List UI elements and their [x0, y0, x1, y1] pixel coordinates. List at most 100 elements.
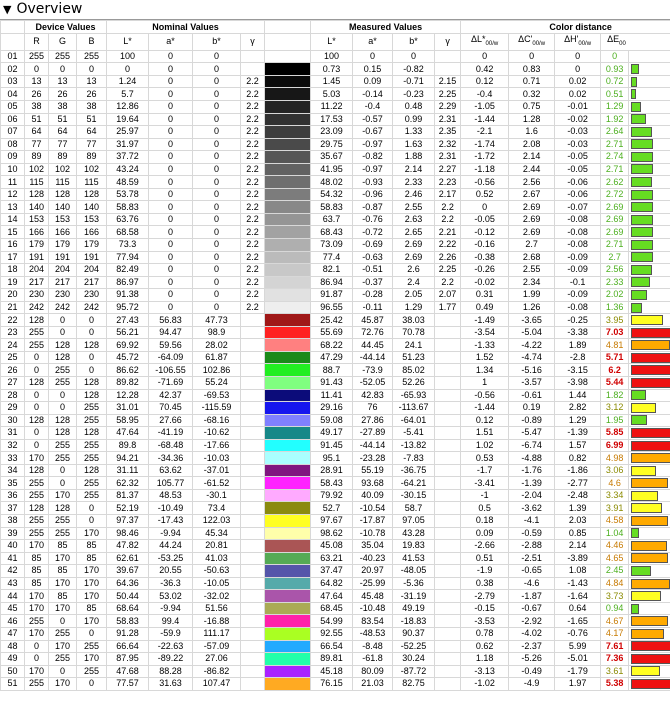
b-value: 179 — [75, 238, 108, 252]
g-value: 255 — [48, 514, 77, 528]
b-value: 85 — [75, 601, 108, 616]
color-swatch — [264, 426, 312, 440]
b-value: 89 — [75, 150, 108, 164]
measured-l: 79.92 — [310, 488, 354, 503]
patch-id: 35 — [0, 476, 25, 490]
overview-header[interactable]: ▼ Overview — [0, 0, 670, 20]
nominal-b: 0 — [192, 263, 242, 277]
delta-e: 4.84 — [600, 576, 630, 591]
table-row: 01 255 255 255 100 0 0 100 0 0 0 0 0 0 — [0, 49, 670, 64]
color-swatch — [264, 162, 312, 177]
delta-h: 0.02 — [554, 74, 602, 89]
patch-id: 50 — [0, 664, 25, 679]
delta-h: 2.14 — [554, 539, 602, 553]
g-value: 38 — [48, 100, 77, 114]
b-value: 255 — [75, 438, 108, 453]
nominal-a: -9.94 — [148, 526, 194, 541]
nominal-gamma — [240, 463, 266, 478]
nominal-gamma — [240, 325, 266, 340]
nominal-a: 0 — [148, 74, 194, 89]
nominal-l: 98.46 — [106, 526, 150, 541]
delta-e-bar-cell — [628, 137, 670, 152]
delta-l: 0.18 — [460, 514, 510, 528]
nominal-b: 73.4 — [192, 501, 242, 516]
color-swatch — [264, 514, 312, 528]
measured-b: 2.6 — [392, 263, 436, 277]
measured-gamma — [434, 677, 462, 691]
delta-l: -3.53 — [460, 614, 510, 628]
nominal-l: 89.8 — [106, 438, 150, 453]
r-value: 0 — [24, 639, 49, 654]
r-value: 0 — [24, 426, 49, 440]
delta-c: 1.28 — [508, 112, 556, 127]
r-value: 255 — [24, 614, 49, 628]
nominal-b: 0 — [192, 250, 242, 265]
b-value: 242 — [75, 300, 108, 315]
b-value: 255 — [75, 488, 108, 503]
measured-a: -0.63 — [352, 250, 394, 265]
delta-c: 0.19 — [508, 401, 556, 415]
r-value: 255 — [24, 514, 49, 528]
nominal-a: -53.25 — [148, 551, 194, 566]
measured-gamma — [434, 589, 462, 603]
r-value: 0 — [24, 363, 49, 377]
color-swatch — [264, 238, 312, 252]
measured-gamma — [434, 401, 462, 415]
delta-l: -1.72 — [460, 150, 510, 164]
measured-l: 98.62 — [310, 526, 354, 541]
delta-e-bar — [631, 252, 653, 263]
table-row: 37 128 128 0 52.19 -10.49 73.4 52.7 -10.54 58.7 0.… — [0, 501, 670, 516]
r-value: 170 — [24, 589, 49, 603]
r-value: 128 — [24, 413, 49, 428]
measured-gamma — [434, 614, 462, 628]
delta-e-bar-cell — [628, 338, 670, 352]
delta-h: -1.39 — [554, 426, 602, 440]
delta-e: 4.81 — [600, 338, 630, 352]
table-row: 26 0 255 0 86.62 -106.55 102.86 88.7 -73.9 85.02 1… — [0, 363, 670, 377]
col-nominal-gamma: γ — [240, 33, 266, 51]
nominal-gamma: 2.2 — [240, 162, 266, 177]
nominal-b: 0 — [192, 200, 242, 214]
nominal-a: 0 — [148, 100, 194, 114]
delta-e: 2.02 — [600, 288, 630, 302]
r-value: 102 — [24, 162, 49, 177]
measured-l: 52.7 — [310, 501, 354, 516]
measured-gamma: 2.21 — [434, 225, 462, 239]
delta-l: 0.78 — [460, 626, 510, 641]
delta-e: 1.36 — [600, 300, 630, 315]
delta-e: 1.95 — [600, 413, 630, 428]
delta-e-bar-cell — [628, 564, 670, 578]
color-swatch — [264, 175, 312, 189]
delta-e: 5.71 — [600, 350, 630, 365]
patch-id: 51 — [0, 677, 25, 691]
delta-c: -4.9 — [508, 677, 556, 691]
measured-gamma — [434, 564, 462, 578]
g-value: 153 — [48, 212, 77, 227]
nominal-a: -9.94 — [148, 601, 194, 616]
patch-id: 01 — [0, 49, 25, 64]
nominal-gamma — [240, 62, 266, 76]
nominal-b: -32.02 — [192, 589, 242, 603]
measured-gamma — [434, 551, 462, 566]
triangle-down-icon[interactable]: ▼ — [3, 0, 11, 19]
g-value: 242 — [48, 300, 77, 315]
nominal-gamma: 2.2 — [240, 225, 266, 239]
delta-e: 2.64 — [600, 125, 630, 139]
b-value: 128 — [75, 187, 108, 202]
table-row: 45 170 170 85 68.64 -9.94 51.56 68.45 -10.48 49.1… — [0, 601, 670, 616]
measured-b: 51.23 — [392, 350, 436, 365]
measured-a: -0.76 — [352, 212, 394, 227]
color-swatch — [264, 200, 312, 214]
color-swatch — [264, 49, 312, 64]
measured-b: 2.55 — [392, 200, 436, 214]
measured-a: -27.89 — [352, 426, 394, 440]
delta-l: 0.12 — [460, 74, 510, 89]
nominal-a: 0 — [148, 250, 194, 265]
nominal-b: 47.73 — [192, 313, 242, 327]
color-swatch — [264, 125, 312, 139]
measured-gamma: 2.25 — [434, 87, 462, 101]
nominal-b: 0 — [192, 300, 242, 315]
delta-l: -0.05 — [460, 212, 510, 227]
nominal-a: 48.53 — [148, 488, 194, 503]
delta-e-bar-cell — [628, 614, 670, 628]
